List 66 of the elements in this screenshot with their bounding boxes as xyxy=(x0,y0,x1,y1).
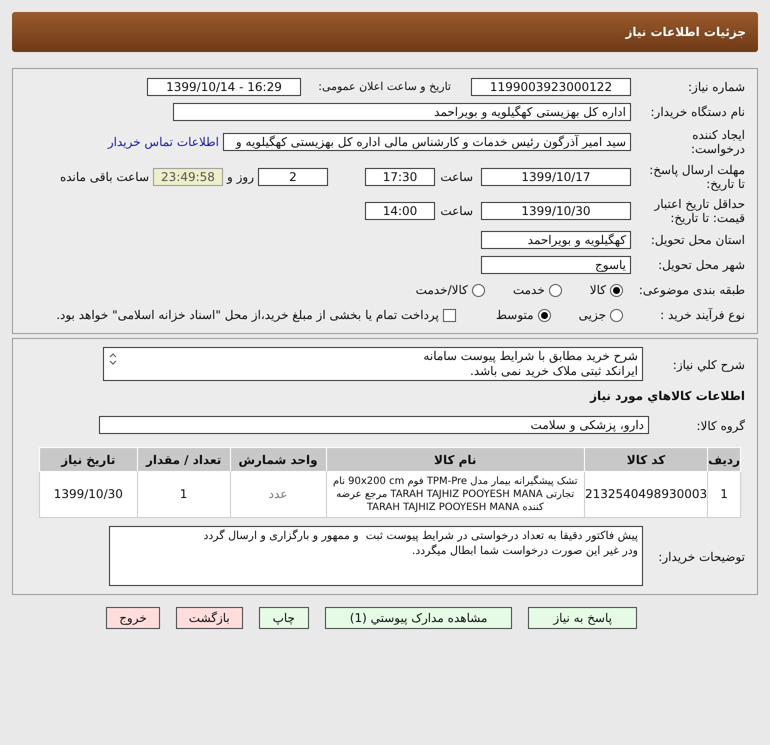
action-button[interactable]: بازگشت xyxy=(176,607,243,629)
action-button[interactable]: خروج xyxy=(106,607,160,629)
action-button[interactable]: چاپ xyxy=(258,607,309,629)
input-field[interactable]: 17:30 xyxy=(365,168,435,186)
radio-label: خدمت xyxy=(512,282,545,299)
field-label: روز و xyxy=(227,169,254,186)
field-label: حداقل تاریخ اعتبار قیمت: تا تاریخ: xyxy=(652,197,745,225)
field-label: شماره نیاز: xyxy=(688,80,745,94)
radio-button[interactable] xyxy=(472,284,485,296)
field-label: شهر محل تحویل: xyxy=(658,258,745,272)
column-header: واحد شمارش xyxy=(230,448,326,472)
table-cell: 2132540498930003 xyxy=(584,472,708,518)
column-header: تاریخ نیاز xyxy=(40,448,138,472)
contact-link[interactable]: اطلاعات تماس خریدار xyxy=(108,133,219,151)
table-cell: 1 xyxy=(708,472,740,518)
radio-button[interactable] xyxy=(610,284,623,296)
scroll-arrows-icon xyxy=(108,352,118,366)
input-field[interactable]: کهگیلویه و بویراحمد xyxy=(481,231,631,249)
action-button[interactable]: پاسخ به نیاز xyxy=(528,607,637,629)
field-label: استان محل تحویل: xyxy=(650,232,745,247)
radio-label: جزیی xyxy=(578,307,606,324)
notes-line: پیش فاکتور دقیقا به تعداد درخواستی در شرایط پیوست ثبت و ممهور و بارگزاری و ارسال گردد xyxy=(202,528,638,543)
column-header: کد کالا xyxy=(584,448,708,472)
radio-button[interactable] xyxy=(548,284,562,296)
radio-button[interactable] xyxy=(610,308,623,322)
radio-label: متوسط xyxy=(496,307,534,324)
table-cell: 1 xyxy=(137,472,230,518)
checkbox-label: پرداخت تمام یا بخشی از مبلغ خرید،از محل "اسناد خزانه اسلامی" خواهد بود. xyxy=(56,307,439,324)
field-label: نوع فرآیند خرید : xyxy=(660,308,745,322)
description-line: ایرانکد ثبتی ملاک خرید نمی باشد. xyxy=(469,364,638,379)
input-field[interactable]: 14:00 xyxy=(365,202,435,220)
page-title: جزئیات اطلاعات نیاز xyxy=(625,24,746,41)
field-label: گروه کالا: xyxy=(696,419,745,433)
field-label: تاریخ و ساعت اعلان عمومی: xyxy=(317,78,451,95)
action-button[interactable]: مشاهده مدارک پیوستي (1) xyxy=(324,607,512,629)
remaining-time: 23:49:58 xyxy=(153,168,223,186)
section-heading: اطلاعات کالاهاي مورد نياز xyxy=(590,388,746,405)
field-label: ساعت باقی مانده xyxy=(60,169,149,186)
column-header: ردیف xyxy=(708,448,740,472)
input-field[interactable]: دارو، پزشکی و سلامت xyxy=(99,416,649,434)
input-field[interactable]: یاسوج xyxy=(481,256,631,274)
field-label: نام دستگاه خریدار: xyxy=(650,104,745,119)
input-field[interactable]: 1399/10/17 xyxy=(481,168,631,186)
input-field[interactable]: سید امیر آذرگون رئیس خدمات و کارشناس مالی اداره کل بهزیستی کهگیلویه و xyxy=(223,133,631,151)
radio-label: کالا xyxy=(590,282,606,299)
field-label: ساعت xyxy=(439,169,473,186)
field-label: ساعت xyxy=(439,203,473,220)
column-header: نام کالا xyxy=(326,448,584,472)
field-label: ایجاد کننده درخواست: xyxy=(690,128,745,156)
input-field[interactable]: 1199003923000122 xyxy=(471,78,631,96)
input-field[interactable]: اداره کل بهزیستی کهگیلویه و بویراحمد xyxy=(173,103,631,121)
notes-line: ودر غیر این صورت درخواست شما ابطال میگردد. xyxy=(410,543,638,558)
table-cell: عدد xyxy=(230,472,326,518)
field-label: طبقه بندی موضوعی: xyxy=(638,282,745,297)
input-field[interactable]: 1399/10/30 xyxy=(481,202,631,220)
checkbox[interactable] xyxy=(442,308,456,322)
input-field[interactable]: 2 xyxy=(258,168,328,186)
input-field[interactable]: 1399/10/14 - 16:29 xyxy=(147,78,301,96)
field-label: توضیحات خریدار: xyxy=(658,550,745,564)
radio-label: کالا/خدمت xyxy=(416,282,468,299)
field-label: شرح کلي نياز: xyxy=(672,358,745,372)
description-line: شرح خرید مطابق با شرایط پیوست سامانه xyxy=(422,349,638,364)
radio-button[interactable] xyxy=(538,308,551,322)
table-cell: 1399/10/30 xyxy=(40,472,138,518)
table-cell: تشک پیشگیرانه بیمار مدل TPM-Pre فوم 90x200 cm نام تجارتی TARAH TAJHIZ POOYESH MANA مرجع عرضه کننده TARAH TAJHIZ POOYESH MANA xyxy=(326,472,584,518)
field-label: مهلت ارسال پاسخ: تا تاریخ: xyxy=(648,163,745,191)
